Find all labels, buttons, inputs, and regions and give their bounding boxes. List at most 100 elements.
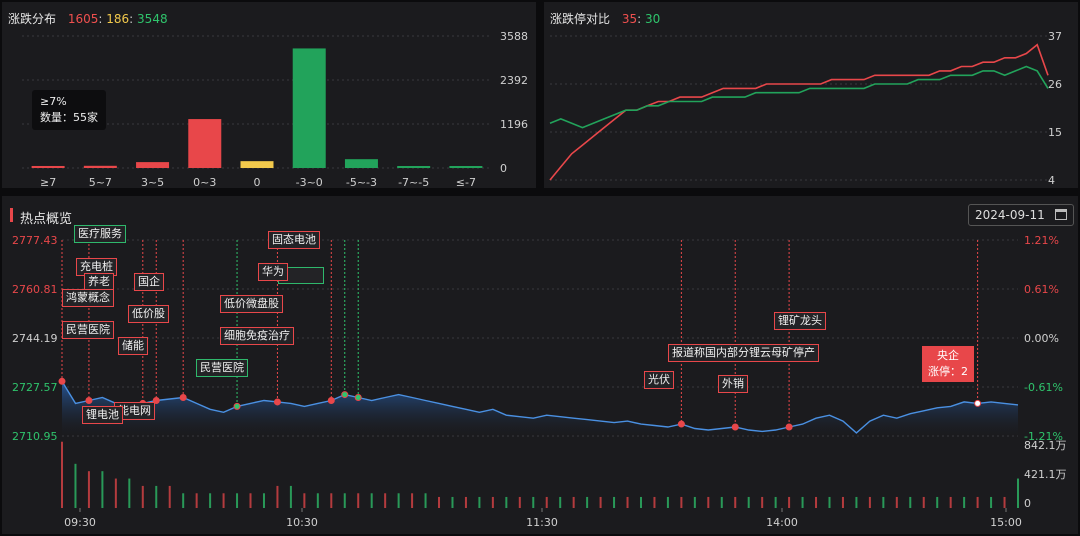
volume-bar — [222, 493, 225, 508]
volume-bar — [101, 471, 104, 508]
tag-harmony-os[interactable]: 鸿蒙概念 — [62, 289, 114, 307]
volume-bar — [424, 493, 427, 508]
bar — [397, 166, 431, 168]
tag-low-price-stock[interactable]: 低价股 — [128, 305, 169, 323]
tag-huawei[interactable]: 华为 — [258, 263, 288, 281]
series-line — [549, 65, 1049, 129]
y-tick-label: 2392 — [500, 74, 528, 87]
volume-bar — [478, 496, 481, 508]
bar — [136, 162, 170, 168]
tag-solid-battery[interactable]: 固态电池 — [268, 231, 320, 249]
volume-bar — [195, 493, 198, 508]
volume-bar — [949, 496, 952, 508]
bar — [449, 166, 483, 168]
volume-bar — [545, 496, 548, 508]
volume-bar — [639, 496, 642, 508]
tag-cell-immunotherapy[interactable]: 细胞免疫治疗 — [220, 327, 294, 345]
index-area — [62, 381, 1018, 436]
tooltip-count: 数量：55家 — [40, 111, 98, 124]
volume-bar — [451, 496, 454, 508]
event-marker — [974, 399, 982, 407]
volume-bar — [599, 496, 602, 508]
y-tick-label: 26 — [1048, 78, 1062, 91]
tag-photovoltaic[interactable]: 光伏 — [644, 371, 674, 389]
volume-bar — [74, 463, 77, 508]
volume-bar — [828, 496, 831, 508]
event-marker — [85, 396, 93, 404]
bar — [83, 165, 117, 168]
tag-medical-service[interactable]: 医疗服务 — [74, 225, 126, 243]
volume-bar — [693, 496, 696, 508]
bar — [344, 159, 378, 168]
tag-energy-storage[interactable]: 储能 — [118, 337, 148, 355]
y-tick-label: 37 — [1048, 30, 1062, 43]
tag-export[interactable]: 外销 — [718, 375, 748, 393]
tag-private-hospital[interactable]: 民营医院 — [62, 321, 114, 339]
volume-bar — [720, 496, 723, 508]
volume-bar — [276, 485, 279, 508]
tag-micro-cap[interactable]: 低价微盘股 — [220, 295, 283, 313]
tag-lithium-leader[interactable]: 锂矿龙头 — [774, 312, 826, 330]
volume-tick-label: 421.1万 — [1024, 468, 1067, 481]
volume-bar — [707, 496, 710, 508]
volume-bar — [289, 485, 292, 508]
volume-bar — [868, 496, 871, 508]
event-marker — [341, 391, 349, 399]
time-tick-label: 14:00 — [766, 516, 798, 529]
volume-bar — [1017, 478, 1019, 508]
volume-bar — [976, 496, 979, 508]
y-tick-label: 1196 — [500, 118, 528, 131]
bar — [240, 161, 274, 168]
event-marker — [273, 398, 281, 406]
time-tick-label: 09:30 — [64, 516, 96, 529]
distribution-panel: 涨跌分布 1605: 186: 3548 3588 2392 1196 0 ≥7 5~7 3… — [2, 2, 536, 188]
time-tick-label: 11:30 — [526, 516, 558, 529]
volume-bar — [747, 496, 750, 508]
price-tick-label: 2777.43 — [12, 234, 58, 247]
callout-soe-limit-up[interactable]: 央企 涨停：2 — [922, 346, 974, 382]
tag-private-hospital-2[interactable]: 民营医院 — [196, 359, 248, 377]
volume-bar — [182, 493, 185, 508]
volume-bar — [141, 485, 144, 508]
distribution-tooltip: ≥7% 数量：55家 — [32, 90, 106, 130]
volume-bar — [774, 496, 777, 508]
y-tick-label: 0 — [500, 162, 507, 175]
volume-bar — [155, 485, 158, 508]
volume-bar — [841, 496, 844, 508]
x-tick-label: ≥7 — [40, 176, 56, 188]
hot-overview-chart: 2777.43 1.21% 2760.81 0.61% 2744.19 0.00% 2727… — [12, 234, 1067, 529]
tag-lepidolite-halt[interactable]: 报道称国内部分锂云母矿停产 — [668, 344, 819, 362]
pct-tick-label: 1.21% — [1024, 234, 1059, 247]
x-tick-label: -5~-3 — [346, 176, 377, 188]
volume-bar — [1003, 496, 1006, 508]
event-marker — [677, 420, 685, 428]
hot-overview-panel: 热点概览 2024-09-11 2777.43 1.21% 2760.81 0.61%… — [2, 196, 1078, 534]
volume-bar — [936, 496, 939, 508]
volume-bar — [491, 496, 494, 508]
bar — [188, 119, 222, 168]
volume-bar — [397, 493, 400, 508]
volume-bar — [209, 493, 212, 508]
volume-bar — [518, 496, 521, 508]
volume-bar — [249, 493, 252, 508]
volume-bar — [801, 496, 804, 508]
volume-tick-label: 0 — [1024, 497, 1031, 510]
y-tick-label: 4 — [1048, 174, 1055, 187]
time-tick-label: 15:00 — [990, 516, 1022, 529]
pct-tick-label: -0.61% — [1024, 381, 1063, 394]
tag-lithium-battery[interactable]: 锂电池 — [82, 406, 123, 424]
tag-soe[interactable]: 国企 — [134, 273, 164, 291]
event-marker — [327, 396, 335, 404]
volume-bar — [370, 493, 373, 508]
volume-bar — [586, 496, 589, 508]
volume-bar — [761, 496, 764, 508]
volume-bar — [464, 496, 467, 508]
volume-bar — [168, 485, 171, 508]
pct-tick-label: 0.61% — [1024, 283, 1059, 296]
volume-bar — [922, 496, 925, 508]
volume-bar — [438, 496, 441, 508]
volume-bar — [855, 496, 858, 508]
volume-bar — [114, 478, 117, 508]
x-tick-label: 5~7 — [89, 176, 112, 188]
y-tick-label: 15 — [1048, 126, 1062, 139]
